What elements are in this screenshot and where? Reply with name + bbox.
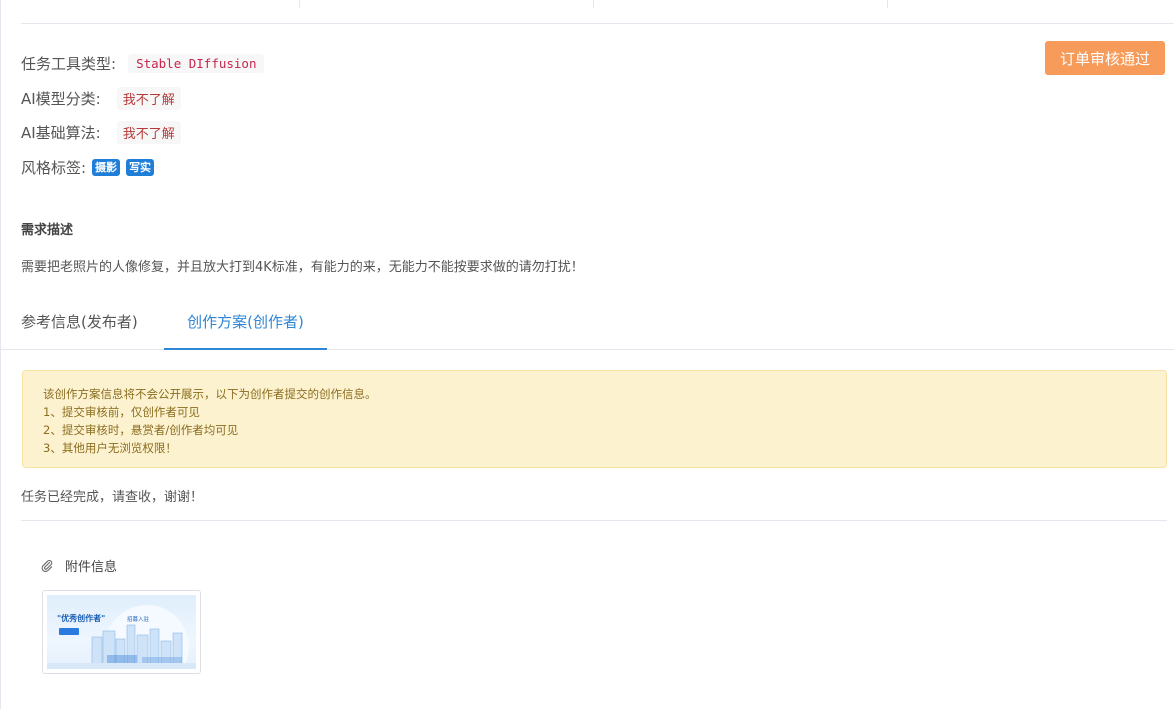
notice-box: 该创作方案信息将不会公开展示，以下为创作者提交的创作信息。 1、提交审核前，仅创… — [22, 370, 1167, 468]
style-tags-row: 风格标签: 摄影 写实 — [21, 155, 155, 179]
model-category-value: 我不了解 — [116, 86, 181, 110]
tab-creation-plan[interactable]: 创作方案(创作者) — [164, 300, 327, 350]
style-tags-label: 风格标签: — [21, 158, 87, 177]
divider — [21, 520, 1167, 521]
model-category-label: AI模型分类: — [21, 89, 101, 108]
divider — [593, 0, 594, 8]
tool-type-row: 任务工具类型: Stable DIffusion — [21, 51, 265, 75]
algorithm-row: AI基础算法: 我不了解 — [21, 120, 181, 144]
thumbnail-image: "优秀创作者" 招募入驻 — [47, 595, 196, 669]
algorithm-label: AI基础算法: — [21, 123, 101, 142]
tab-bar: 参考信息(发布者) 创作方案(创作者) — [1, 300, 1174, 350]
notice-line: 2、提交审核时，悬赏者/创作者均可见 — [43, 423, 239, 437]
tool-type-value: Stable DIffusion — [128, 53, 265, 73]
divider — [887, 0, 888, 8]
attachment-title: 附件信息 — [65, 560, 118, 575]
style-tag: 摄影 — [92, 158, 121, 176]
attachment-thumbnail[interactable]: "优秀创作者" 招募入驻 — [42, 590, 201, 674]
tab-reference-info[interactable]: 参考信息(发布者) — [21, 300, 138, 350]
style-tag: 写实 — [126, 158, 155, 176]
notice-line: 3、其他用户无浏览权限！ — [43, 441, 177, 455]
requirement-title: 需求描述 — [21, 223, 74, 238]
task-detail-page: 订单审核通过 任务工具类型: Stable DIffusion AI模型分类: … — [0, 0, 1174, 709]
requirement-description: 需要把老照片的人像修复，并且放大打到4K标准，有能力的来，无能力不能按要求做的请… — [21, 260, 584, 275]
attachment-header: 附件信息 — [41, 556, 117, 575]
notice-line: 该创作方案信息将不会公开展示，以下为创作者提交的创作信息。 — [43, 387, 377, 401]
submission-text: 任务已经完成，请查收，谢谢！ — [21, 490, 204, 505]
divider — [299, 0, 300, 8]
notice-line: 1、提交审核前，仅创作者可见 — [43, 405, 200, 419]
algorithm-value: 我不了解 — [116, 120, 181, 144]
top-divider-strip — [21, 0, 1174, 24]
model-category-row: AI模型分类: 我不了解 — [21, 86, 181, 110]
approve-order-button[interactable]: 订单审核通过 — [1045, 41, 1165, 75]
tool-type-label: 任务工具类型: — [21, 54, 117, 73]
paperclip-icon — [41, 559, 53, 572]
thumbnail-title: "优秀创作者" — [57, 614, 106, 623]
thumbnail-button-graphic — [59, 628, 79, 635]
thumbnail-subtitle: 招募入驻 — [127, 617, 150, 623]
